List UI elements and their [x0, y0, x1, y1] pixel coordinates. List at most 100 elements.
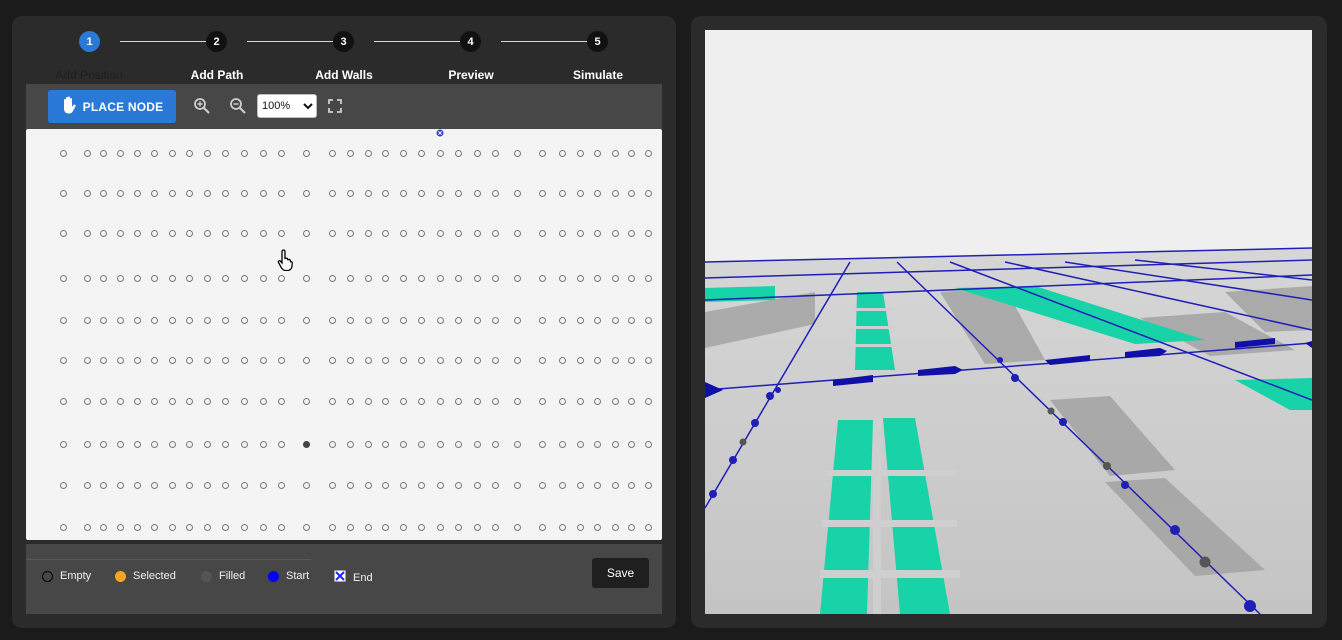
empty-node[interactable]	[150, 397, 158, 405]
empty-node[interactable]	[364, 229, 372, 237]
empty-node[interactable]	[611, 523, 619, 531]
empty-node[interactable]	[277, 397, 285, 405]
empty-node[interactable]	[83, 149, 91, 157]
empty-node[interactable]	[168, 440, 176, 448]
empty-node[interactable]	[302, 523, 310, 531]
empty-node[interactable]	[399, 316, 407, 324]
empty-node[interactable]	[99, 149, 107, 157]
empty-node[interactable]	[611, 481, 619, 489]
step-2-indicator[interactable]: 2	[206, 31, 227, 52]
empty-node[interactable]	[221, 274, 229, 282]
empty-node[interactable]	[381, 397, 389, 405]
step-5-label[interactable]: Simulate	[538, 68, 658, 82]
empty-node[interactable]	[59, 397, 67, 405]
empty-node[interactable]	[133, 316, 141, 324]
empty-node[interactable]	[328, 149, 336, 157]
zoom-level-select[interactable]: 100%	[257, 94, 317, 118]
empty-node[interactable]	[302, 149, 310, 157]
empty-node[interactable]	[436, 229, 444, 237]
empty-node[interactable]	[133, 481, 141, 489]
empty-node[interactable]	[454, 316, 462, 324]
empty-node[interactable]	[611, 189, 619, 197]
empty-node[interactable]	[346, 274, 354, 282]
empty-node[interactable]	[417, 523, 425, 531]
grid-canvas[interactable]	[26, 129, 662, 540]
empty-node[interactable]	[185, 149, 193, 157]
empty-node[interactable]	[221, 523, 229, 531]
empty-node[interactable]	[593, 149, 601, 157]
empty-node[interactable]	[259, 397, 267, 405]
empty-node[interactable]	[644, 316, 652, 324]
empty-node[interactable]	[364, 481, 372, 489]
empty-node[interactable]	[627, 316, 635, 324]
empty-node[interactable]	[417, 481, 425, 489]
empty-node[interactable]	[593, 440, 601, 448]
empty-node[interactable]	[611, 397, 619, 405]
zoom-in-icon[interactable]	[192, 96, 212, 116]
empty-node[interactable]	[221, 440, 229, 448]
empty-node[interactable]	[150, 229, 158, 237]
empty-node[interactable]	[150, 440, 158, 448]
empty-node[interactable]	[240, 356, 248, 364]
empty-node[interactable]	[538, 481, 546, 489]
empty-node[interactable]	[259, 229, 267, 237]
empty-node[interactable]	[454, 356, 462, 364]
empty-node[interactable]	[59, 229, 67, 237]
empty-node[interactable]	[473, 481, 481, 489]
empty-node[interactable]	[558, 356, 566, 364]
empty-node[interactable]	[346, 481, 354, 489]
empty-node[interactable]	[593, 316, 601, 324]
empty-node[interactable]	[417, 149, 425, 157]
empty-node[interactable]	[417, 440, 425, 448]
empty-node[interactable]	[259, 523, 267, 531]
empty-node[interactable]	[644, 189, 652, 197]
empty-node[interactable]	[302, 397, 310, 405]
empty-node[interactable]	[627, 274, 635, 282]
empty-node[interactable]	[417, 189, 425, 197]
empty-node[interactable]	[417, 356, 425, 364]
empty-node[interactable]	[59, 316, 67, 324]
empty-node[interactable]	[513, 189, 521, 197]
empty-node[interactable]	[259, 316, 267, 324]
empty-node[interactable]	[185, 440, 193, 448]
empty-node[interactable]	[259, 149, 267, 157]
empty-node[interactable]	[513, 481, 521, 489]
empty-node[interactable]	[203, 356, 211, 364]
empty-node[interactable]	[116, 149, 124, 157]
empty-node[interactable]	[576, 440, 584, 448]
empty-node[interactable]	[611, 149, 619, 157]
empty-node[interactable]	[576, 149, 584, 157]
empty-node[interactable]	[538, 440, 546, 448]
empty-node[interactable]	[185, 189, 193, 197]
empty-node[interactable]	[513, 149, 521, 157]
empty-node[interactable]	[277, 481, 285, 489]
empty-node[interactable]	[399, 149, 407, 157]
empty-node[interactable]	[381, 149, 389, 157]
empty-node[interactable]	[593, 356, 601, 364]
empty-node[interactable]	[99, 481, 107, 489]
empty-node[interactable]	[436, 481, 444, 489]
empty-node[interactable]	[576, 274, 584, 282]
empty-node[interactable]	[83, 481, 91, 489]
empty-node[interactable]	[240, 316, 248, 324]
step-1-label[interactable]: Add Position	[29, 68, 149, 82]
empty-node[interactable]	[277, 189, 285, 197]
empty-node[interactable]	[381, 481, 389, 489]
empty-node[interactable]	[116, 440, 124, 448]
empty-node[interactable]	[558, 229, 566, 237]
empty-node[interactable]	[627, 356, 635, 364]
empty-node[interactable]	[133, 440, 141, 448]
empty-node[interactable]	[59, 440, 67, 448]
empty-node[interactable]	[116, 356, 124, 364]
empty-node[interactable]	[116, 189, 124, 197]
empty-node[interactable]	[454, 149, 462, 157]
empty-node[interactable]	[221, 316, 229, 324]
step-4-indicator[interactable]: 4	[460, 31, 481, 52]
empty-node[interactable]	[473, 523, 481, 531]
empty-node[interactable]	[277, 274, 285, 282]
empty-node[interactable]	[59, 481, 67, 489]
empty-node[interactable]	[99, 316, 107, 324]
empty-node[interactable]	[513, 397, 521, 405]
empty-node[interactable]	[221, 481, 229, 489]
empty-node[interactable]	[436, 523, 444, 531]
